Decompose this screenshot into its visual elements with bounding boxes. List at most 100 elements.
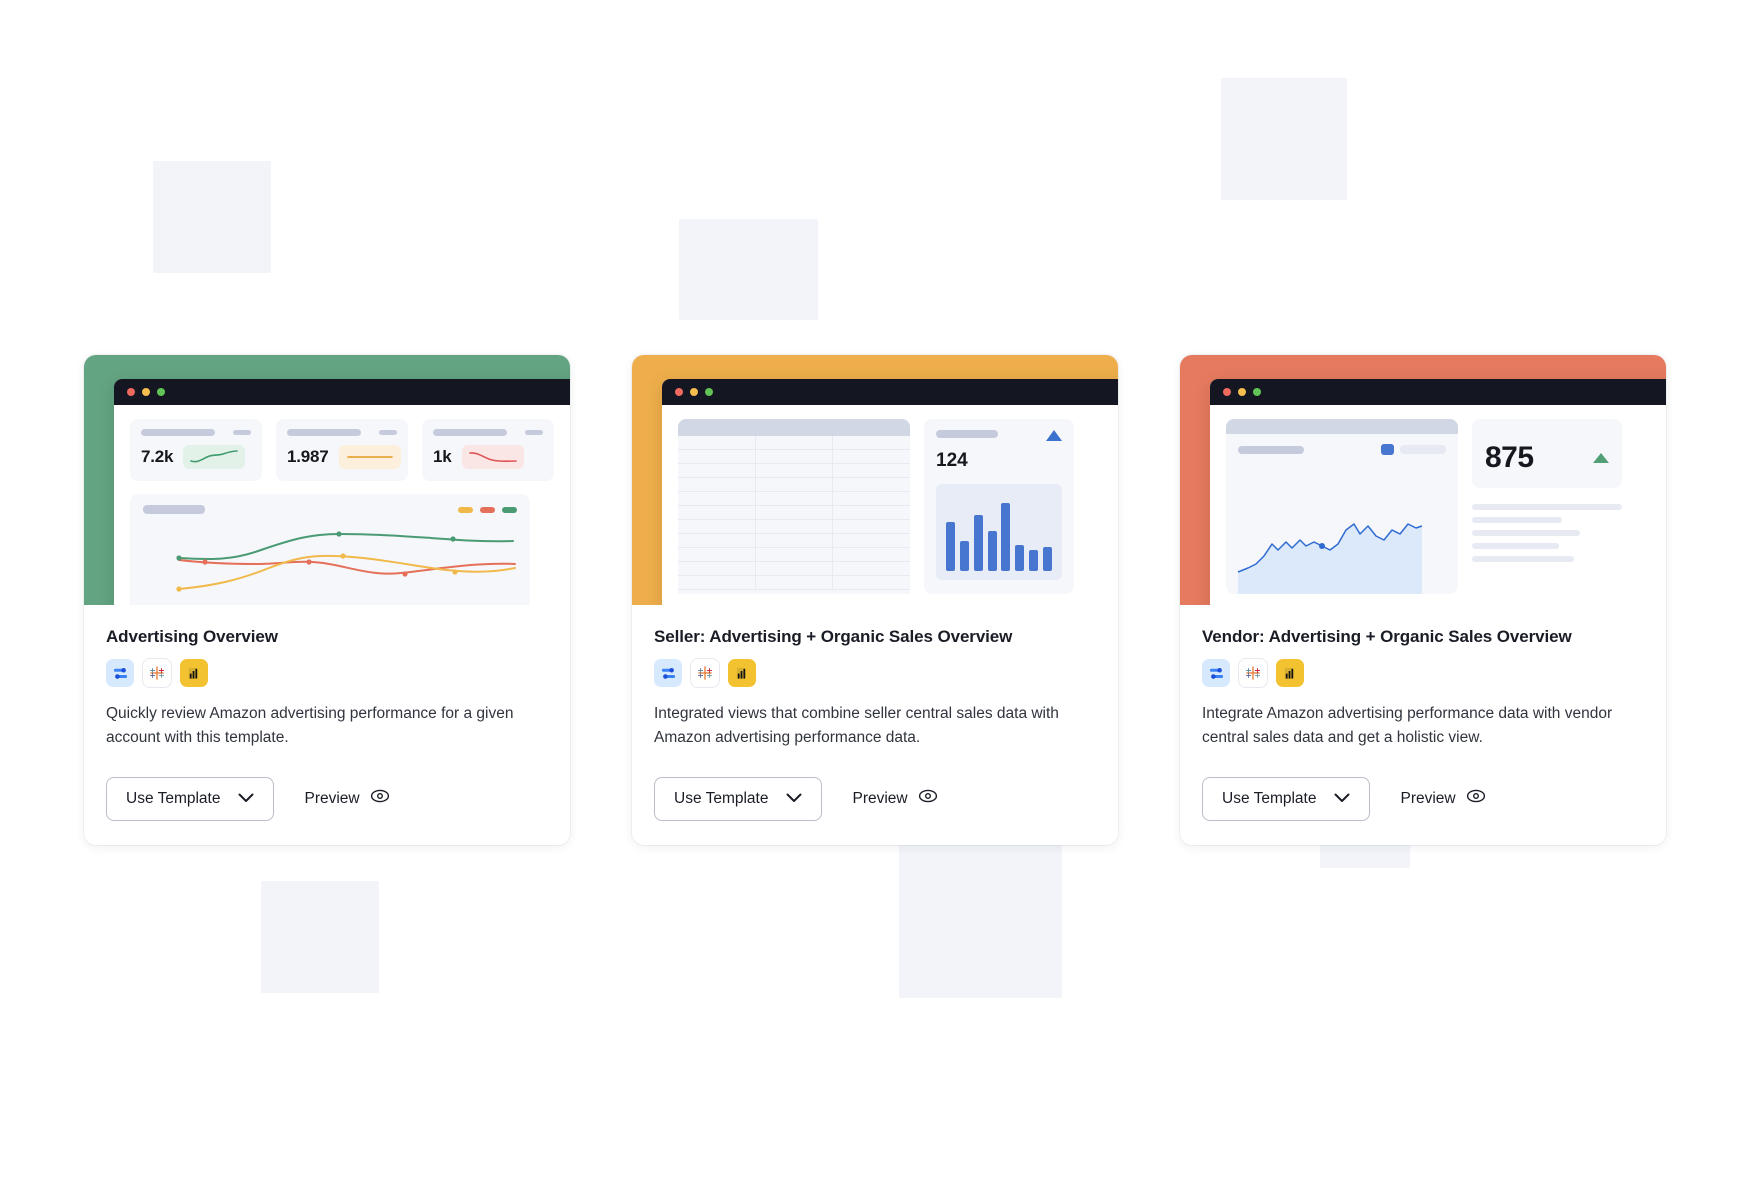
kpi-tile: 7.2k bbox=[130, 419, 262, 481]
eye-icon bbox=[918, 789, 938, 808]
dashboard-preview: 124 bbox=[662, 405, 1118, 605]
table-row bbox=[678, 464, 910, 478]
use-template-button[interactable]: Use Template bbox=[1202, 776, 1371, 821]
legend-swatch bbox=[1381, 444, 1394, 455]
use-template-button[interactable]: Use Template bbox=[106, 776, 275, 821]
looker-studio-icon bbox=[654, 659, 682, 687]
kpi-column: 875 bbox=[1472, 419, 1622, 594]
preview-label: Preview bbox=[852, 789, 908, 807]
deco-square bbox=[899, 835, 1062, 998]
kpi-tile: 1.987 bbox=[276, 419, 408, 481]
deco-square bbox=[261, 881, 379, 993]
card-thumbnail: 875 bbox=[1180, 355, 1666, 605]
card-description: Integrated views that combine seller cen… bbox=[654, 705, 1059, 747]
panel-header bbox=[1226, 419, 1458, 434]
table-row bbox=[678, 534, 910, 548]
window-maximize-dot bbox=[705, 388, 713, 396]
data-table-panel bbox=[678, 419, 910, 594]
window-close-dot bbox=[675, 388, 683, 396]
eye-icon bbox=[370, 789, 390, 808]
table-row bbox=[678, 562, 910, 576]
table-row bbox=[678, 576, 910, 590]
power-bi-icon bbox=[180, 659, 208, 687]
card-description: Quickly review Amazon advertising perfor… bbox=[106, 705, 514, 747]
template-card-vendor-overview[interactable]: 875 Vendor: Advertising + Organic Sales … bbox=[1180, 355, 1666, 845]
chevron-down-icon bbox=[1334, 790, 1350, 808]
kpi-value: 7.2k bbox=[141, 447, 174, 466]
table-row bbox=[678, 450, 910, 464]
table-row bbox=[678, 548, 910, 562]
card-thumbnail: 7.2k 1.987 1k bbox=[84, 355, 570, 605]
use-template-label: Use Template bbox=[1222, 789, 1317, 807]
table-row bbox=[678, 520, 910, 534]
trend-up-icon bbox=[1046, 430, 1062, 441]
card-title: Vendor: Advertising + Organic Sales Over… bbox=[1202, 627, 1572, 646]
preview-button[interactable]: Preview bbox=[1400, 789, 1485, 808]
deco-square bbox=[153, 161, 271, 273]
window-close-dot bbox=[1223, 388, 1231, 396]
chevron-down-icon bbox=[238, 790, 254, 808]
window-minimize-dot bbox=[1238, 388, 1246, 396]
kpi-tile-row: 7.2k 1.987 1k bbox=[130, 419, 570, 481]
multi-line-chart bbox=[176, 531, 516, 592]
card-body: Seller: Advertising + Organic Sales Over… bbox=[632, 605, 1118, 845]
tableau-icon bbox=[143, 659, 171, 687]
sparkline-green bbox=[183, 445, 246, 469]
area-chart bbox=[1237, 523, 1423, 594]
window-minimize-dot bbox=[690, 388, 698, 396]
table-row bbox=[678, 506, 910, 520]
deco-square bbox=[679, 219, 818, 320]
trend-up-icon bbox=[1593, 453, 1609, 463]
stat-value: 875 bbox=[1485, 441, 1534, 474]
card-actions: Use Template Preview bbox=[1202, 776, 1644, 821]
use-template-label: Use Template bbox=[674, 789, 769, 807]
panel-title-placeholder bbox=[1238, 445, 1304, 454]
area-chart-panel bbox=[1226, 419, 1458, 594]
card-actions: Use Template Preview bbox=[654, 776, 1096, 821]
card-description: Integrate Amazon advertising performance… bbox=[1202, 705, 1613, 747]
window-maximize-dot bbox=[1253, 388, 1261, 396]
tool-icon-row bbox=[1202, 659, 1644, 687]
browser-titlebar bbox=[1210, 379, 1666, 405]
card-title: Advertising Overview bbox=[106, 627, 278, 646]
browser-mockup: 124 bbox=[662, 379, 1118, 605]
looker-studio-icon bbox=[106, 659, 134, 687]
tool-icon-row bbox=[654, 659, 1096, 687]
template-card-seller-overview[interactable]: 124 Seller: Advertising + Organic Sales … bbox=[632, 355, 1118, 845]
card-title: Seller: Advertising + Organic Sales Over… bbox=[654, 627, 1013, 646]
stat-value: 124 bbox=[936, 450, 968, 471]
preview-button[interactable]: Preview bbox=[852, 789, 937, 808]
kpi-value: 1k bbox=[433, 447, 452, 466]
browser-mockup: 875 bbox=[1210, 379, 1666, 605]
window-minimize-dot bbox=[142, 388, 150, 396]
card-thumbnail: 124 bbox=[632, 355, 1118, 605]
kpi-value: 1.987 bbox=[287, 447, 329, 466]
legend-label-placeholder bbox=[1400, 445, 1446, 454]
use-template-button[interactable]: Use Template bbox=[654, 776, 823, 821]
bar-chart bbox=[936, 484, 1062, 580]
skeleton-text-block bbox=[1472, 504, 1622, 562]
template-card-advertising-overview[interactable]: 7.2k 1.987 1k Advertising Overview Quick… bbox=[84, 355, 570, 845]
tool-icon-row bbox=[106, 659, 548, 687]
preview-label: Preview bbox=[1400, 789, 1456, 807]
kpi-tile: 1k bbox=[422, 419, 554, 481]
window-maximize-dot bbox=[157, 388, 165, 396]
power-bi-icon bbox=[1276, 659, 1304, 687]
sparkline-amber bbox=[338, 445, 401, 469]
chart-title-placeholder bbox=[143, 505, 205, 514]
card-body: Vendor: Advertising + Organic Sales Over… bbox=[1180, 605, 1666, 845]
dashboard-preview: 875 bbox=[1210, 405, 1666, 605]
card-body: Advertising Overview Quickly review Amaz… bbox=[84, 605, 570, 845]
line-chart-panel bbox=[130, 494, 530, 605]
chart-legend bbox=[458, 506, 517, 513]
table-row bbox=[678, 436, 910, 450]
power-bi-icon bbox=[728, 659, 756, 687]
table-row bbox=[678, 478, 910, 492]
looker-studio-icon bbox=[1202, 659, 1230, 687]
sparkline-red bbox=[461, 445, 524, 469]
preview-button[interactable]: Preview bbox=[304, 789, 389, 808]
browser-titlebar bbox=[662, 379, 1118, 405]
browser-titlebar bbox=[114, 379, 570, 405]
card-actions: Use Template Preview bbox=[106, 776, 548, 821]
panel-title-placeholder bbox=[936, 430, 998, 438]
